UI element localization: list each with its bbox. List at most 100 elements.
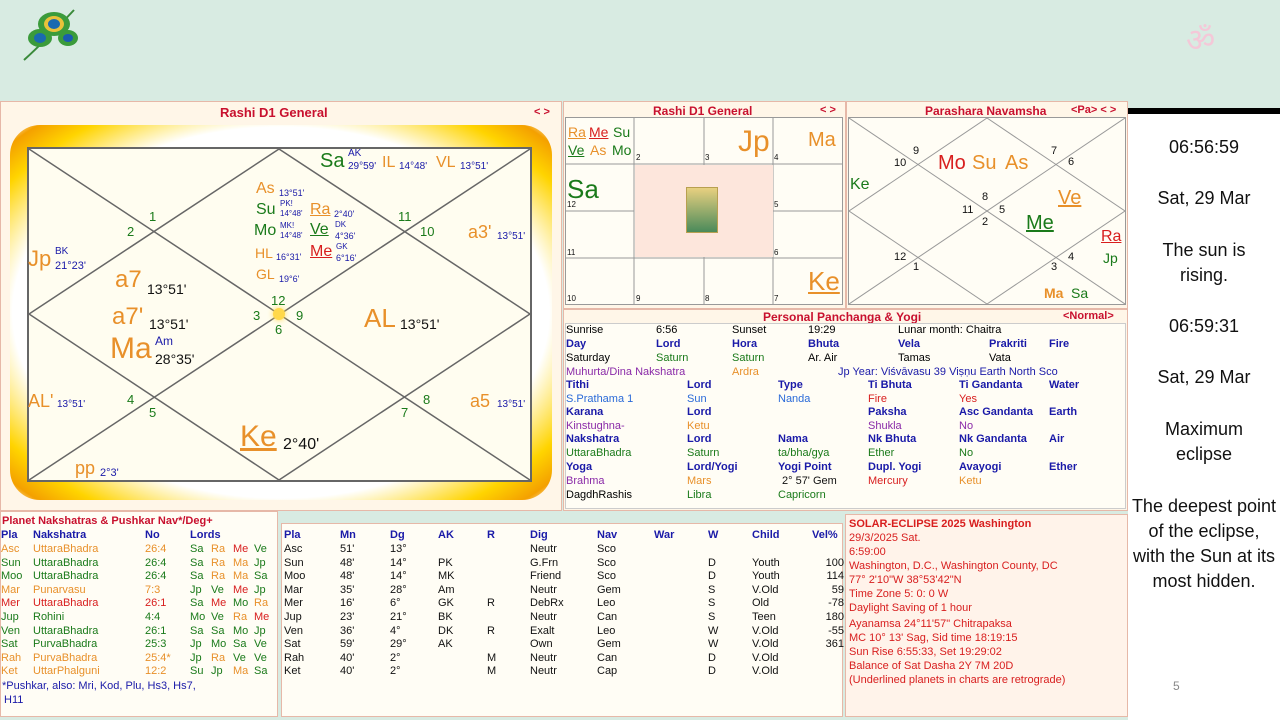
planet-cell: 51' [340, 543, 355, 555]
planet-a3[interactable]: a3' [468, 223, 491, 241]
planet-ke[interactable]: Ke [240, 422, 277, 452]
cell-no: 26:4 [145, 570, 167, 583]
sc-su[interactable]: Su [613, 125, 630, 139]
hdr: Ti Bhuta [868, 379, 912, 391]
cell-nak: UttaraBhadra [33, 543, 99, 555]
cell-lord: Jp [254, 583, 266, 596]
sc-num: 2 [636, 153, 641, 162]
main-chart-nav[interactable]: < > [534, 106, 550, 118]
house-num: 8 [423, 392, 431, 407]
sc-ma[interactable]: Ma [808, 130, 836, 150]
sc-ra[interactable]: Ra [568, 125, 586, 139]
page-number: 5 [1173, 679, 1180, 693]
deg: 14°48' [280, 209, 303, 218]
cell: No [959, 420, 974, 432]
sc-sa[interactable]: Sa [567, 176, 599, 202]
sc-num: 3 [705, 153, 710, 162]
sc-num: 6 [774, 248, 779, 257]
nv-as[interactable]: As [1005, 153, 1028, 173]
planet-al[interactable]: AL [364, 305, 396, 331]
planet-cell: S [708, 611, 716, 623]
cell-no: 26:1 [145, 624, 167, 637]
cell: Vata [989, 352, 1011, 364]
planet-cell: D [708, 570, 716, 583]
planet-cell: Exalt [530, 624, 555, 637]
cell-lord: Ra [254, 597, 269, 610]
south-chart-nav[interactable]: < > [820, 104, 836, 116]
nv-mo[interactable]: Mo [938, 153, 966, 173]
planet-gl[interactable]: GL [256, 267, 275, 281]
tag: MK! [280, 221, 295, 230]
hdr: Lord [687, 433, 712, 445]
planet-cell: BK [438, 611, 453, 623]
nv-ra[interactable]: Ra [1101, 229, 1121, 245]
panchanga-nav[interactable]: <Normal> [1063, 310, 1114, 322]
planet-cell: W [708, 638, 719, 651]
muhurta: Muhurta/Dina Nakshatra [566, 366, 686, 378]
hdr: Air [1049, 433, 1065, 445]
planet-alp[interactable]: AL' [28, 392, 53, 410]
planet-a7[interactable]: a7 [115, 268, 142, 292]
south-chart-grid [565, 117, 843, 305]
deg: 2°40' [283, 436, 320, 453]
house-num: 7 [401, 405, 409, 420]
planet-il[interactable]: IL [382, 155, 395, 171]
event-panel [845, 514, 1128, 717]
nv-ma[interactable]: Ma [1044, 286, 1063, 300]
sc-ve[interactable]: Ve [568, 143, 584, 157]
planet-cell: S [708, 583, 716, 596]
nv-ve[interactable]: Ve [1058, 188, 1081, 208]
hdr: Nk Bhuta [868, 433, 917, 445]
sc-jp[interactable]: Jp [738, 127, 770, 157]
nv-jp[interactable]: Jp [1103, 251, 1118, 265]
planet-me[interactable]: Me [310, 244, 332, 260]
sunrise-label: Sunrise [566, 324, 604, 336]
deg: 13°51' [279, 188, 305, 198]
planet-a7p[interactable]: a7' [112, 305, 143, 329]
cell-lord: Sa [190, 624, 204, 637]
nv-su[interactable]: Su [972, 153, 996, 173]
nv-num: 5 [999, 204, 1006, 216]
planet-pp[interactable]: pp [75, 459, 95, 477]
planet-cell: Neutr [530, 665, 557, 678]
house-num: 11 [398, 209, 412, 224]
sc-num: 5 [774, 200, 779, 209]
hdr: Earth [1049, 406, 1078, 418]
planet-mo[interactable]: Mo [254, 223, 276, 239]
event-line: Time Zone 5: 0: 0 W [849, 588, 949, 600]
navamsha-nav[interactable]: <Pa> < > [1071, 104, 1116, 116]
nv-sa[interactable]: Sa [1071, 286, 1088, 300]
sc-as[interactable]: As [590, 143, 606, 157]
cell-pla: Asc [1, 543, 20, 555]
sc-me[interactable]: Me [589, 125, 608, 139]
cell-lord: Jp [254, 556, 266, 569]
planet-cell: Youth [752, 556, 780, 569]
planet-cell: 100 [825, 556, 844, 569]
planet-jp[interactable]: Jp [28, 248, 51, 270]
house-num: 9 [296, 308, 304, 323]
nv-ke[interactable]: Ke [850, 177, 870, 193]
planet-as[interactable]: As [256, 181, 275, 197]
nv-me[interactable]: Me [1026, 213, 1054, 233]
cell-nak: UttaraBhadra [33, 556, 99, 569]
planet-hl[interactable]: HL [255, 246, 273, 260]
planet-a5[interactable]: a5 [470, 392, 490, 410]
planet-cell: W [708, 624, 719, 637]
sc-mo[interactable]: Mo [612, 143, 631, 157]
cell: S.Prathama 1 [566, 393, 634, 405]
deg: 16°31' [276, 252, 302, 262]
planet-cell: 361 [825, 638, 844, 651]
planet-su[interactable]: Su [256, 202, 276, 218]
cell-pla: Jup [1, 611, 19, 623]
event-line: Washington, D.C., Washington County, DC [849, 560, 1058, 572]
deg: 14°48' [280, 231, 303, 240]
planet-sa[interactable]: Sa [320, 151, 344, 171]
cell-lord: Ra [211, 651, 226, 664]
planet-ma[interactable]: Ma [110, 334, 152, 364]
planet-cell: AK [438, 638, 453, 651]
planet-ra[interactable]: Ra [310, 202, 330, 218]
planet-ve[interactable]: Ve [310, 222, 329, 238]
planet-vl[interactable]: VL [436, 155, 456, 171]
sc-ke[interactable]: Ke [808, 268, 840, 294]
cell-lord: Jp [190, 651, 202, 664]
